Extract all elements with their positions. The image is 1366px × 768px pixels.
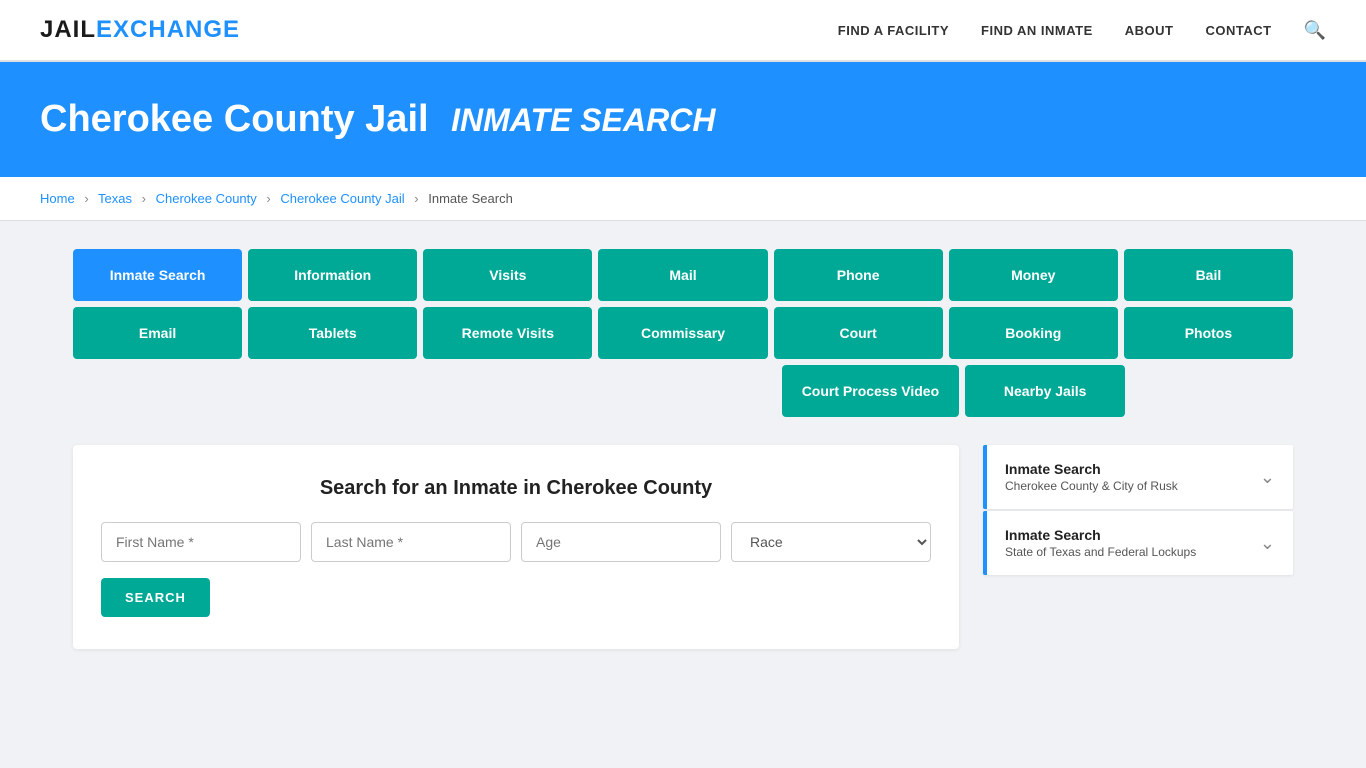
breadcrumb-sep-3: › <box>266 191 270 206</box>
header: JAILEXCHANGE FIND A FACILITY FIND AN INM… <box>0 0 1366 62</box>
breadcrumb-cherokee-county[interactable]: Cherokee County <box>156 191 257 206</box>
breadcrumb-current: Inmate Search <box>428 191 513 206</box>
main-content: Inmate Search Information Visits Mail Ph… <box>33 221 1333 677</box>
tab-booking[interactable]: Booking <box>949 307 1118 359</box>
breadcrumb: Home › Texas › Cherokee County › Cheroke… <box>0 177 1366 221</box>
logo-exchange: EXCHANGE <box>96 16 240 43</box>
tab-visits[interactable]: Visits <box>423 249 592 301</box>
tab-mail[interactable]: Mail <box>598 249 767 301</box>
tab-commissary[interactable]: Commissary <box>598 307 767 359</box>
nav-find-inmate[interactable]: FIND AN INMATE <box>981 23 1093 38</box>
tab-photos[interactable]: Photos <box>1124 307 1293 359</box>
age-input[interactable] <box>521 522 721 562</box>
breadcrumb-texas[interactable]: Texas <box>98 191 132 206</box>
sidebar-item-county-title: Inmate Search <box>1005 461 1178 477</box>
hero-title-tag: INMATE SEARCH <box>451 102 715 138</box>
tab-remote-visits[interactable]: Remote Visits <box>423 307 592 359</box>
nav-about[interactable]: ABOUT <box>1125 23 1174 38</box>
hero-banner: Cherokee County Jail INMATE SEARCH <box>0 62 1366 177</box>
search-card: Search for an Inmate in Cherokee County … <box>73 445 959 649</box>
chevron-down-icon-2: ⌄ <box>1260 533 1275 554</box>
tab-tablets[interactable]: Tablets <box>248 307 417 359</box>
chevron-down-icon: ⌄ <box>1260 467 1275 488</box>
tab-row-2: Email Tablets Remote Visits Commissary C… <box>73 307 1293 359</box>
sidebar-item-county-text: Inmate Search Cherokee County & City of … <box>1005 461 1178 493</box>
logo[interactable]: JAILEXCHANGE <box>40 16 240 44</box>
sidebar-item-state-title: Inmate Search <box>1005 527 1196 543</box>
logo-jail: JAIL <box>40 16 96 43</box>
sidebar: Inmate Search Cherokee County & City of … <box>983 445 1293 577</box>
race-select[interactable]: Race White Black Hispanic Asian Other <box>731 522 931 562</box>
hero-title-main: Cherokee County Jail <box>40 98 429 140</box>
search-icon[interactable]: 🔍 <box>1304 20 1326 41</box>
tab-email[interactable]: Email <box>73 307 242 359</box>
breadcrumb-jail[interactable]: Cherokee County Jail <box>280 191 404 206</box>
sidebar-item-county-sub: Cherokee County & City of Rusk <box>1005 479 1178 493</box>
tab-court-process-video[interactable]: Court Process Video <box>782 365 959 417</box>
search-button[interactable]: SEARCH <box>101 578 210 617</box>
tab-row-3: Court Process Video Nearby Jails <box>73 365 1293 417</box>
sidebar-item-state[interactable]: Inmate Search State of Texas and Federal… <box>983 511 1293 575</box>
nav-find-facility[interactable]: FIND A FACILITY <box>838 23 949 38</box>
content-layout: Search for an Inmate in Cherokee County … <box>73 445 1293 649</box>
first-name-input[interactable] <box>101 522 301 562</box>
tab-money[interactable]: Money <box>949 249 1118 301</box>
last-name-input[interactable] <box>311 522 511 562</box>
tab-inmate-search[interactable]: Inmate Search <box>73 249 242 301</box>
breadcrumb-sep-1: › <box>84 191 88 206</box>
breadcrumb-sep-2: › <box>142 191 146 206</box>
tab-row-1: Inmate Search Information Visits Mail Ph… <box>73 249 1293 301</box>
main-nav: FIND A FACILITY FIND AN INMATE ABOUT CON… <box>838 20 1326 41</box>
search-card-title: Search for an Inmate in Cherokee County <box>101 477 931 500</box>
nav-contact[interactable]: CONTACT <box>1205 23 1271 38</box>
tab-phone[interactable]: Phone <box>774 249 943 301</box>
tab-bail[interactable]: Bail <box>1124 249 1293 301</box>
tab-court[interactable]: Court <box>774 307 943 359</box>
sidebar-item-county[interactable]: Inmate Search Cherokee County & City of … <box>983 445 1293 509</box>
tab-information[interactable]: Information <box>248 249 417 301</box>
breadcrumb-home[interactable]: Home <box>40 191 75 206</box>
breadcrumb-sep-4: › <box>414 191 418 206</box>
search-fields: Race White Black Hispanic Asian Other <box>101 522 931 562</box>
sidebar-item-state-sub: State of Texas and Federal Lockups <box>1005 545 1196 559</box>
sidebar-item-state-text: Inmate Search State of Texas and Federal… <box>1005 527 1196 559</box>
tab-nearby-jails[interactable]: Nearby Jails <box>965 365 1125 417</box>
page-title: Cherokee County Jail INMATE SEARCH <box>40 98 1326 141</box>
